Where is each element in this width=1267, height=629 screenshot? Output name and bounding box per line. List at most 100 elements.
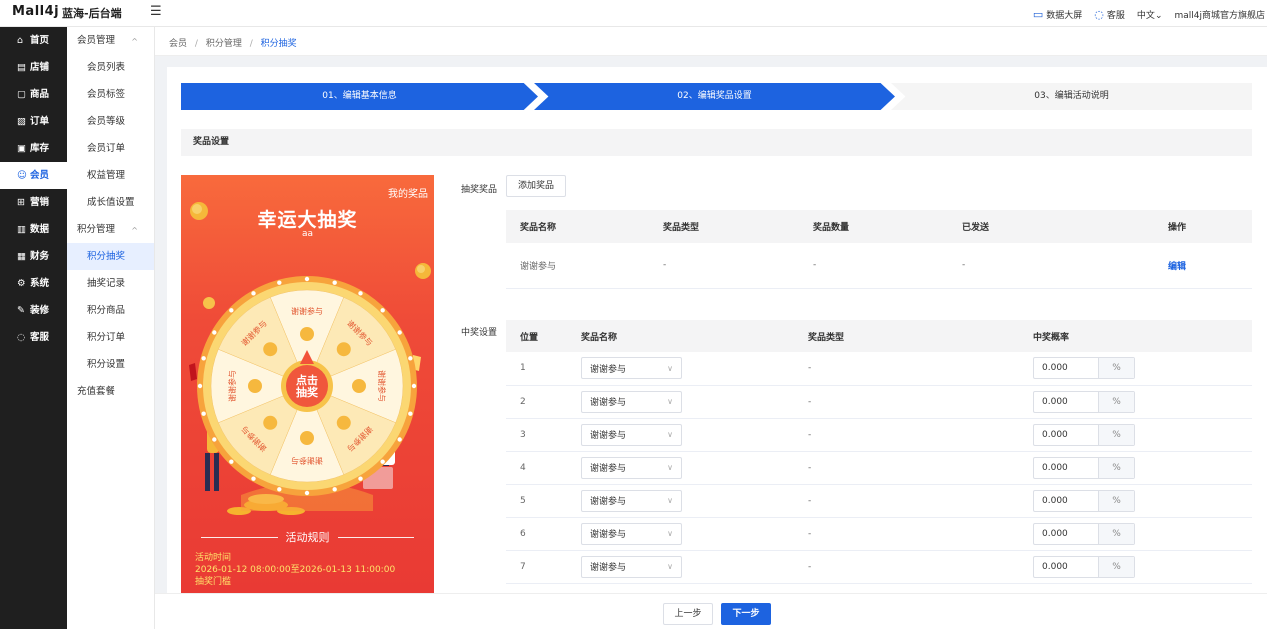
submenu-item[interactable]: 会员列表 [67,54,154,81]
submenu-group-member[interactable]: 会员管理 [67,27,154,55]
wheel-light [358,476,363,481]
my-prize-link[interactable]: 我的奖品 [388,185,428,200]
submenu-item-recharge[interactable]: 充值套餐 [67,378,154,405]
submenu-item[interactable]: 抽奖记录 [67,270,154,297]
win-rate-input[interactable]: 0.000% [1033,357,1135,380]
collapse-menu-icon[interactable]: ☰ [150,4,162,19]
prize-select[interactable]: 谢谢参与 ∨ [581,456,682,479]
nav-item-shop[interactable]: ▤ 店铺 [0,54,67,81]
prev-step-button[interactable]: 上一步 [663,603,713,625]
top-right-tools: ▭ 数据大屏 ◌ 客服 中文⌄ mall4j商城官方旗舰店 [1033,6,1267,22]
col-sent: 已发送 [948,210,1154,243]
col-position: 位置 [506,320,567,352]
cell-prize-type: - [794,352,1019,386]
submenu-item[interactable]: 成长值设置 [67,189,154,216]
data-screen-link[interactable]: ▭ 数据大屏 [1033,8,1082,21]
cell-prize-type: - [794,451,1019,485]
win-rate-value: 0.000 [1042,429,1068,440]
nav-item-goods[interactable]: ▢ 商品 [0,81,67,108]
step-prize-settings[interactable]: 02、编辑奖品设置 [534,83,895,110]
nav-label: 系统 [30,278,50,289]
nav-item-service[interactable]: ◌ 客服 [0,324,67,351]
nav-item-stock[interactable]: ▣ 库存 [0,135,67,162]
chevron-down-icon: ∨ [667,430,673,439]
table-row: 7 谢谢参与 ∨ -0.000% [506,550,1252,584]
service-link[interactable]: ◌ 客服 [1094,8,1125,21]
nav-item-order[interactable]: ▧ 订单 [0,108,67,135]
breadcrumb-points[interactable]: 积分管理 [206,39,242,49]
wheel-light [397,437,402,442]
sad-face-icon [248,379,262,393]
prize-select[interactable]: 谢谢参与 ∨ [581,423,682,446]
table-row: 谢谢参与 - - - 编辑 [506,243,1252,289]
submenu-item[interactable]: 积分订单 [67,324,154,351]
monitor-icon: ▭ [1032,7,1044,21]
submenu-item[interactable]: 会员订单 [67,135,154,162]
goods-icon: ▢ [17,89,26,100]
lottery-subtitle: aa [301,229,314,239]
nav-item-data[interactable]: ▥ 数据 [0,216,67,243]
submenu-item[interactable]: 积分商品 [67,297,154,324]
wheel-light [411,383,417,389]
submenu-item[interactable]: 积分设置 [67,351,154,378]
home-icon: ⌂ [17,35,24,46]
submenu-item[interactable]: 会员标签 [67,81,154,108]
step-basic-info[interactable]: 01、编辑基本信息 [181,83,538,110]
nav-item-home[interactable]: ⌂ 首页 [0,27,67,54]
nav-label: 商品 [30,89,50,100]
system-icon: ⚙ [17,278,26,289]
draw-button-label: 抽奖 [296,385,319,399]
prize-select[interactable]: 谢谢参与 ∨ [581,357,682,380]
nav-label: 客服 [30,332,50,343]
wheel-light [212,437,217,442]
step-activity-desc[interactable]: 03、编辑活动说明 [891,83,1252,110]
percent-unit: % [1098,523,1134,544]
add-prize-button[interactable]: 添加奖品 [506,175,566,197]
edit-link[interactable]: 编辑 [1168,262,1186,272]
table-row: 2 谢谢参与 ∨ -0.000% [506,385,1252,419]
stock-icon: ▣ [17,143,26,154]
prize-select[interactable]: 谢谢参与 ∨ [581,522,682,545]
nav-label: 店铺 [30,62,50,73]
win-rate-input[interactable]: 0.000% [1033,555,1135,578]
win-rate-input[interactable]: 0.000% [1033,423,1135,446]
prize-select[interactable]: 谢谢参与 ∨ [581,390,682,413]
language-select[interactable]: 中文⌄ [1137,8,1163,21]
wheel-light [277,280,282,285]
cell-prize-type: - [794,550,1019,584]
cell-position: 3 [506,418,567,452]
next-step-button[interactable]: 下一步 [721,603,771,625]
sad-face-icon [300,327,314,341]
nav-item-marketing[interactable]: ⊞ 营销 [0,189,67,216]
prize-select-value: 谢谢参与 [590,497,627,507]
member-icon: ☺ [17,170,27,181]
main-sidebar: ⌂ 首页 ▤ 店铺 ▢ 商品 ▧ 订单 ▣ 库存 ☺ 会员 ⊞ 营销 ▥ 数据 ▦ 财务 ⚙ 系统 … [0,27,67,629]
nav-item-member[interactable]: ☺ 会员 [0,162,67,189]
percent-unit: % [1098,490,1134,511]
submenu-item-points-lottery[interactable]: 积分抽奖 [67,243,154,270]
store-name[interactable]: mall4j商城官方旗舰店 [1174,8,1265,21]
win-rate-input[interactable]: 0.000% [1033,456,1135,479]
win-rate-value: 0.000 [1042,561,1068,572]
prize-select[interactable]: 谢谢参与 ∨ [581,489,682,512]
breadcrumb-member[interactable]: 会员 [169,39,187,49]
sad-face-icon [300,431,314,445]
wheel-light [332,487,337,492]
nav-item-system[interactable]: ⚙ 系统 [0,270,67,297]
col-prize-type: 奖品类型 [794,320,1019,352]
win-rate-input[interactable]: 0.000% [1033,522,1135,545]
nav-item-finance[interactable]: ▦ 财务 [0,243,67,270]
submenu-item[interactable]: 会员等级 [67,108,154,135]
nav-item-decorate[interactable]: ✎ 装修 [0,297,67,324]
percent-unit: % [1098,424,1134,445]
table-header: 位置 奖品名称 奖品类型 中奖概率 [506,320,1252,352]
submenu-item[interactable]: 权益管理 [67,162,154,189]
win-rate-input[interactable]: 0.000% [1033,489,1135,512]
service-label: 客服 [1106,10,1125,21]
wheel-light [277,487,282,492]
cell-prize-type: - [794,418,1019,452]
lottery-wheel[interactable]: 谢谢参与谢谢参与谢谢参与谢谢参与谢谢参与谢谢参与谢谢参与谢谢参与点击抽奖 [196,275,418,497]
win-rate-input[interactable]: 0.000% [1033,390,1135,413]
prize-select[interactable]: 谢谢参与 ∨ [581,555,682,578]
submenu-group-points[interactable]: 积分管理 [67,216,154,244]
